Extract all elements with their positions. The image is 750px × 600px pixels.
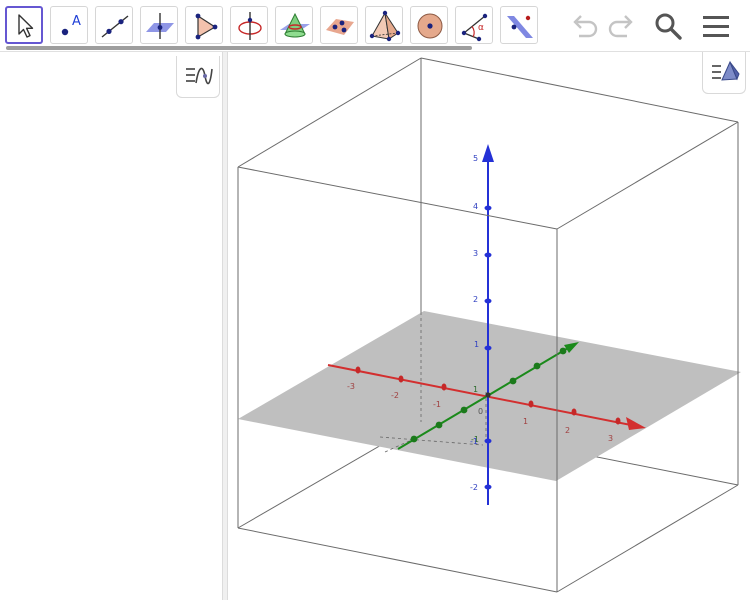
y-tick-label: 1 — [473, 385, 478, 394]
angle-icon: α — [461, 13, 488, 42]
x-tick-label: 3 — [608, 434, 613, 443]
arrow-cursor-icon — [18, 14, 34, 38]
x-tick-label: 1 — [523, 417, 528, 426]
polygon-icon — [195, 13, 218, 40]
sphere-icon — [417, 13, 443, 39]
perpendicular-line-tool-button[interactable] — [140, 6, 178, 44]
polygon-tool-button[interactable] — [185, 6, 223, 44]
redo-button[interactable] — [603, 8, 639, 44]
circle-axis-icon — [238, 12, 262, 40]
main-menu-button[interactable] — [698, 8, 734, 44]
reflect-plane-icon — [507, 15, 533, 38]
toolbar: A α — [0, 0, 750, 52]
angle-tool-button[interactable]: α — [455, 6, 493, 44]
plane-points-icon — [326, 19, 354, 35]
x-tick-label: 2 — [565, 426, 570, 435]
pyramid-icon — [369, 10, 401, 42]
hamburger-menu-icon — [703, 16, 729, 37]
x-tick-label: -1 — [433, 400, 441, 409]
algebra-view[interactable] — [0, 52, 222, 600]
point-tool-label: A — [72, 14, 81, 29]
graphics3d-style-icon — [712, 60, 740, 81]
move-tool-button[interactable] — [5, 6, 43, 44]
toolbar-scrollbar[interactable] — [6, 46, 472, 50]
algebra-style-bar-toggle[interactable] — [176, 56, 220, 98]
z-axis-arrow-icon — [482, 144, 494, 162]
algebra-style-icon — [186, 67, 213, 85]
line-tool-button[interactable] — [95, 6, 133, 44]
intersect-surfaces-tool-button[interactable] — [275, 6, 313, 44]
z-tick-label: 1 — [474, 340, 479, 349]
x-tick-label: -2 — [391, 391, 399, 400]
angle-tool-label: α — [478, 23, 484, 33]
z-tick-label: -1 — [470, 437, 478, 446]
graphics-3d-view[interactable]: -3 -2 -1 1 2 3 -1 1 -2 -1 1 2 3 4 5 0 — [228, 52, 750, 600]
undo-icon — [573, 15, 598, 38]
z-tick-label: -2 — [470, 483, 478, 492]
point-tool-button[interactable]: A — [50, 6, 88, 44]
search-icon — [655, 13, 682, 40]
reflect-tool-button[interactable] — [500, 6, 538, 44]
z-tick-label: 4 — [473, 202, 478, 211]
graphics-3d-canvas[interactable]: -3 -2 -1 1 2 3 -1 1 -2 -1 1 2 3 4 5 0 — [228, 52, 750, 600]
pyramid-tool-button[interactable] — [365, 6, 403, 44]
plane-three-points-tool-button[interactable] — [320, 6, 358, 44]
circle-axis-point-tool-button[interactable] — [230, 6, 268, 44]
cone-icon — [280, 12, 310, 38]
perpendicular-line-icon — [146, 13, 174, 39]
undo-button[interactable] — [567, 8, 603, 44]
origin-label: 0 — [478, 407, 483, 416]
line-icon — [101, 15, 129, 38]
x-tick-label: -3 — [347, 382, 355, 391]
graphics-style-bar-toggle[interactable] — [702, 52, 746, 94]
sphere-tool-button[interactable] — [410, 6, 448, 44]
redo-icon — [608, 15, 633, 38]
z-tick-label: 3 — [473, 249, 478, 258]
z-tick-label: 2 — [473, 295, 478, 304]
origin-point — [485, 392, 491, 398]
point-icon: A — [61, 14, 81, 36]
z-tick-label: 5 — [473, 154, 478, 163]
search-button[interactable] — [650, 8, 686, 44]
